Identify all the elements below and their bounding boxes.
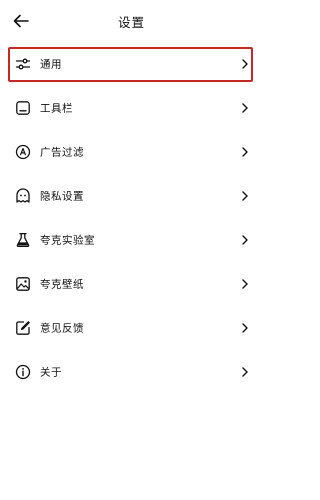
settings-item-lab[interactable]: 夸克实验室 [0, 218, 263, 262]
chevron-right-icon [241, 323, 249, 333]
chevron-right-icon [241, 147, 249, 157]
flask-icon [15, 232, 31, 248]
settings-item-wallpaper[interactable]: 夸克壁纸 [0, 262, 263, 306]
toolbar-icon [15, 100, 31, 116]
back-arrow-icon [13, 14, 29, 28]
feedback-edit-icon [15, 320, 31, 336]
settings-item-label: 夸克实验室 [40, 234, 95, 247]
chevron-right-icon [241, 367, 249, 377]
chevron-right-icon [241, 279, 249, 289]
settings-item-label: 广告过滤 [40, 146, 84, 159]
settings-item-label: 工具栏 [40, 102, 73, 115]
ad-block-icon [15, 144, 31, 160]
sliders-icon [15, 56, 31, 72]
chevron-right-icon [241, 191, 249, 201]
settings-item-label: 意见反馈 [40, 322, 84, 335]
chevron-right-icon [241, 59, 249, 69]
settings-list: 通用 工具栏 广告过滤 隐私设置 夸克实验室 夸克壁纸 意见反馈 关于 [0, 42, 263, 394]
settings-item-ad-filter[interactable]: 广告过滤 [0, 130, 263, 174]
chevron-right-icon [241, 103, 249, 113]
page-title: 设置 [117, 15, 145, 30]
settings-item-label: 通用 [40, 58, 62, 71]
settings-item-label: 关于 [40, 366, 62, 379]
privacy-ghost-icon [15, 188, 31, 204]
top-bar: 设置 [0, 0, 263, 44]
settings-item-toolbar[interactable]: 工具栏 [0, 86, 263, 130]
settings-item-label: 隐私设置 [40, 190, 84, 203]
settings-item-feedback[interactable]: 意见反馈 [0, 306, 263, 350]
chevron-right-icon [241, 235, 249, 245]
back-button[interactable] [8, 9, 34, 33]
settings-item-privacy[interactable]: 隐私设置 [0, 174, 263, 218]
settings-item-general[interactable]: 通用 [0, 42, 263, 86]
wallpaper-icon [15, 276, 31, 292]
settings-screen: 设置 通用 工具栏 广告过滤 隐私设置 夸克实验室 夸克壁纸 意见反馈 关于 [0, 0, 263, 500]
info-icon [15, 364, 31, 380]
settings-item-label: 夸克壁纸 [40, 278, 84, 291]
settings-item-about[interactable]: 关于 [0, 350, 263, 394]
